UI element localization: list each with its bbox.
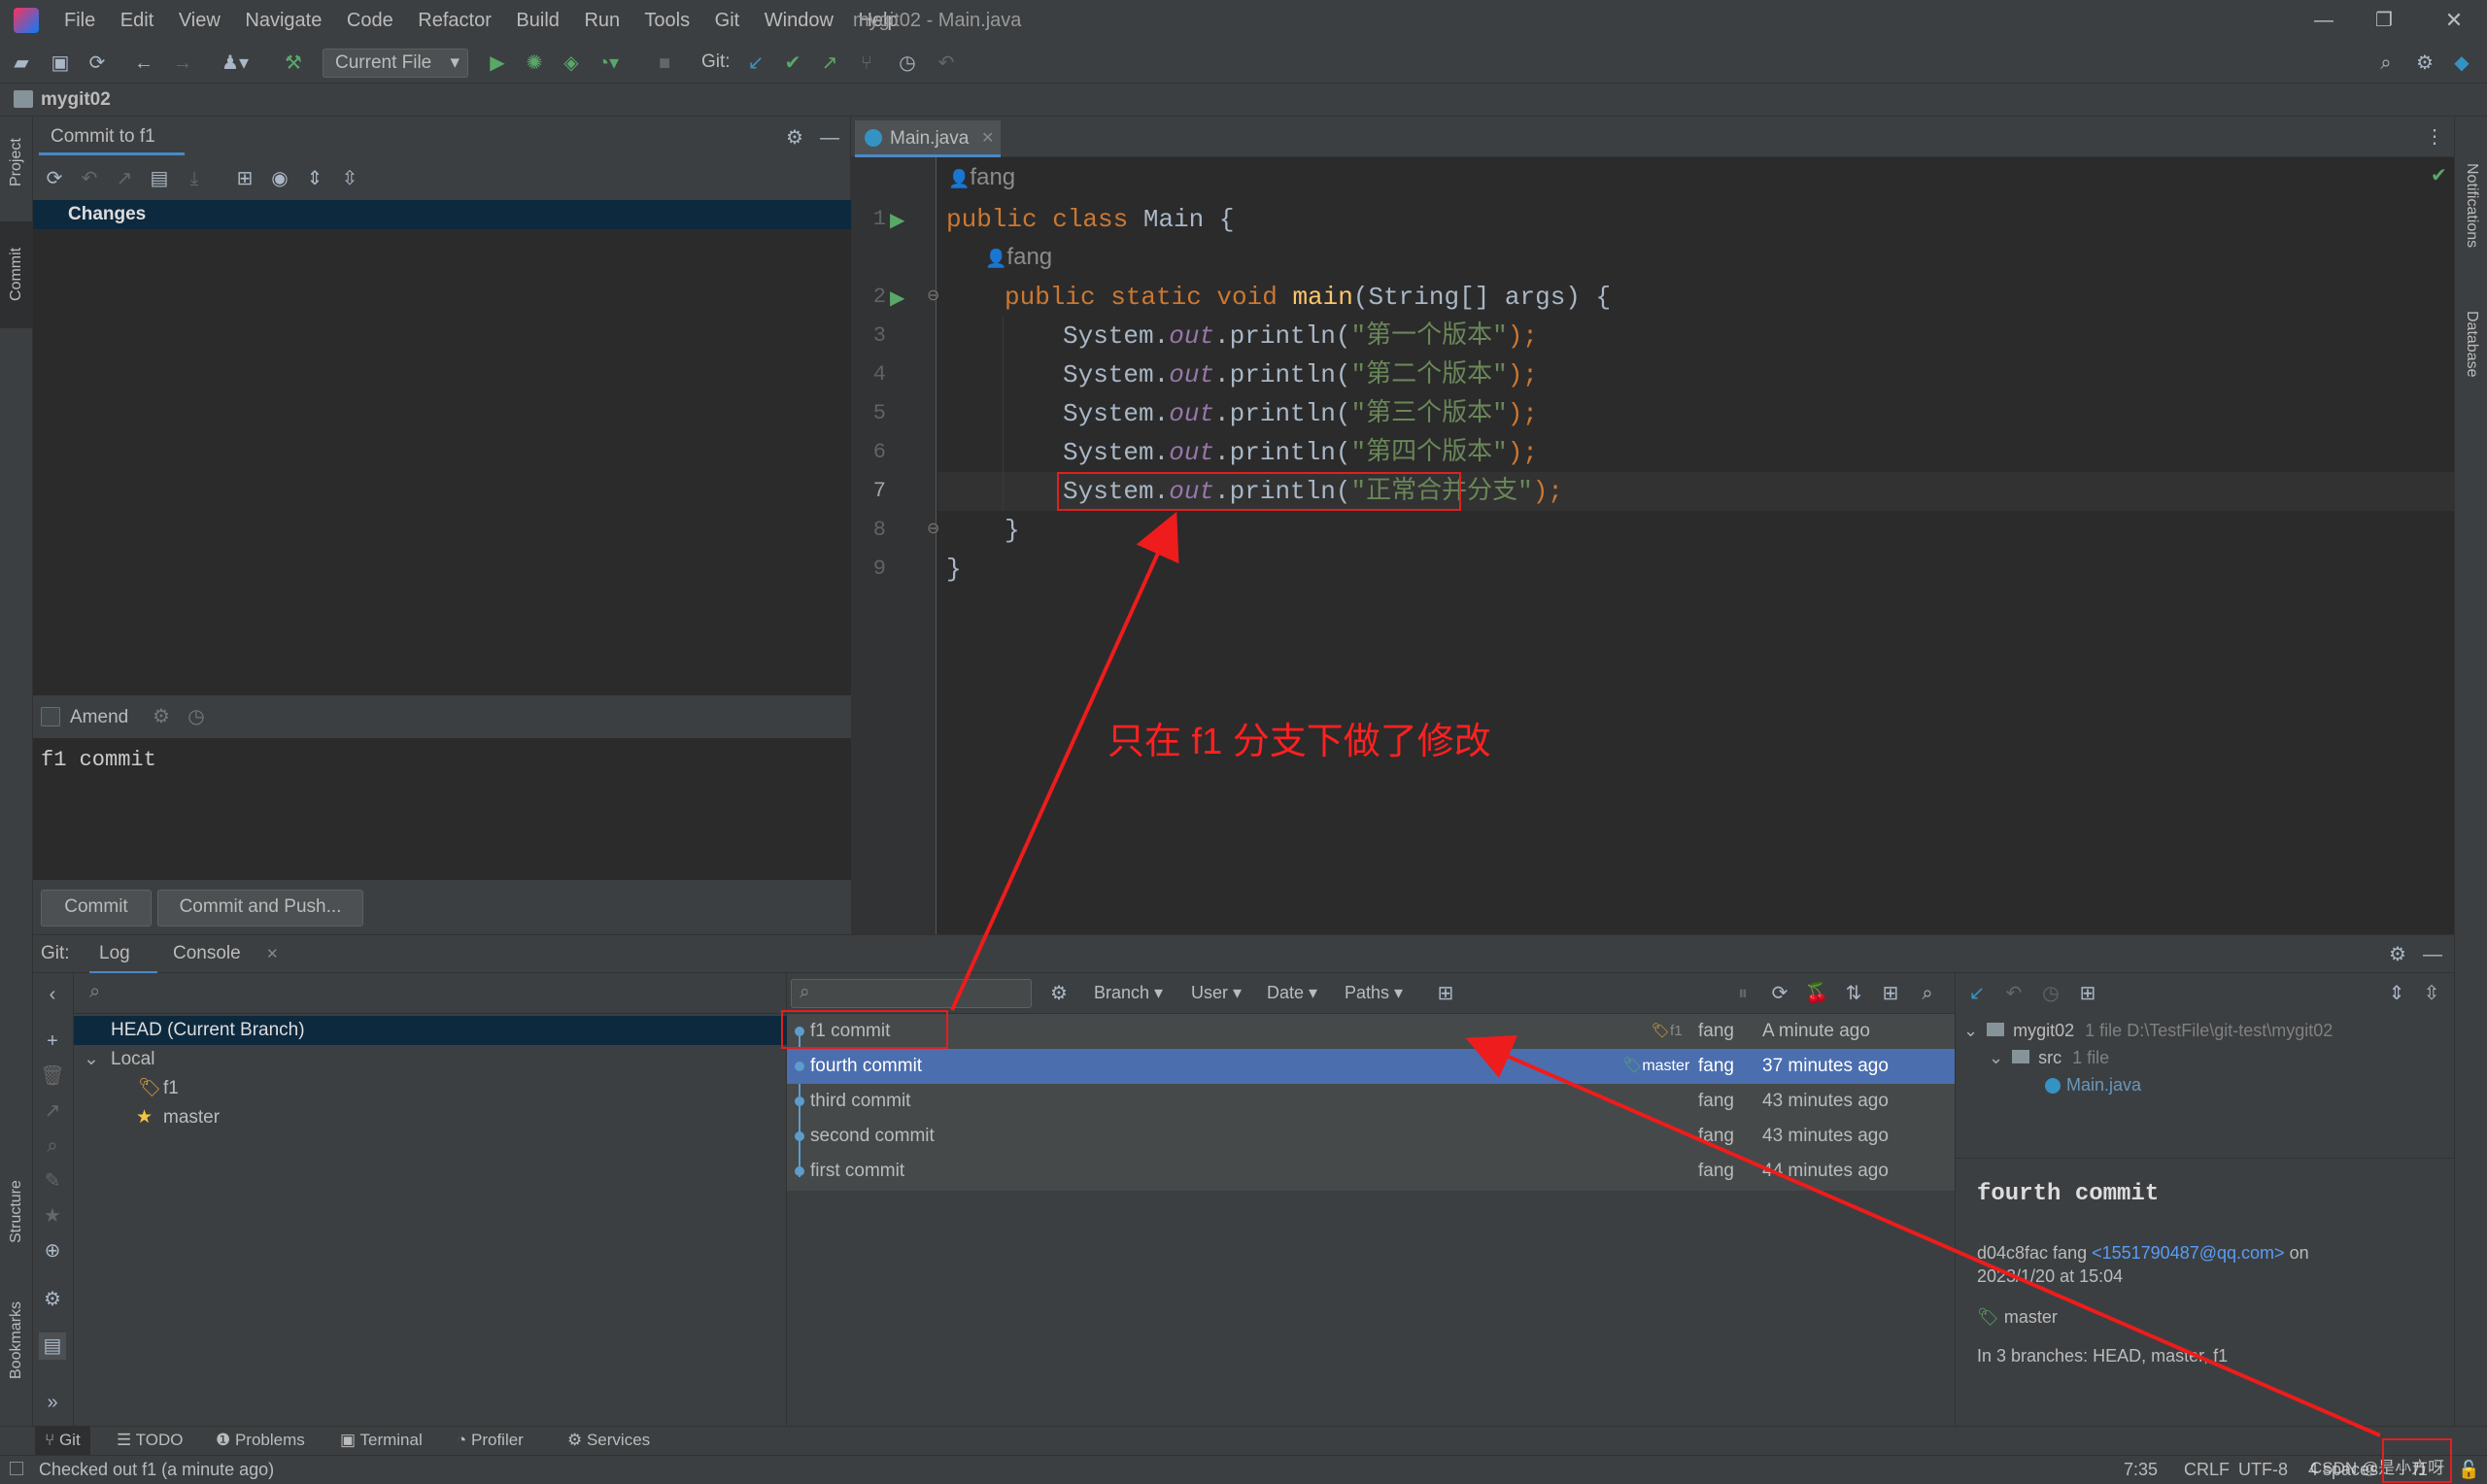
annotation-arrows [950, 511, 2381, 1437]
arrow-status-to-log [1465, 1034, 2381, 1437]
arrow-log-to-code [950, 511, 1179, 1011]
